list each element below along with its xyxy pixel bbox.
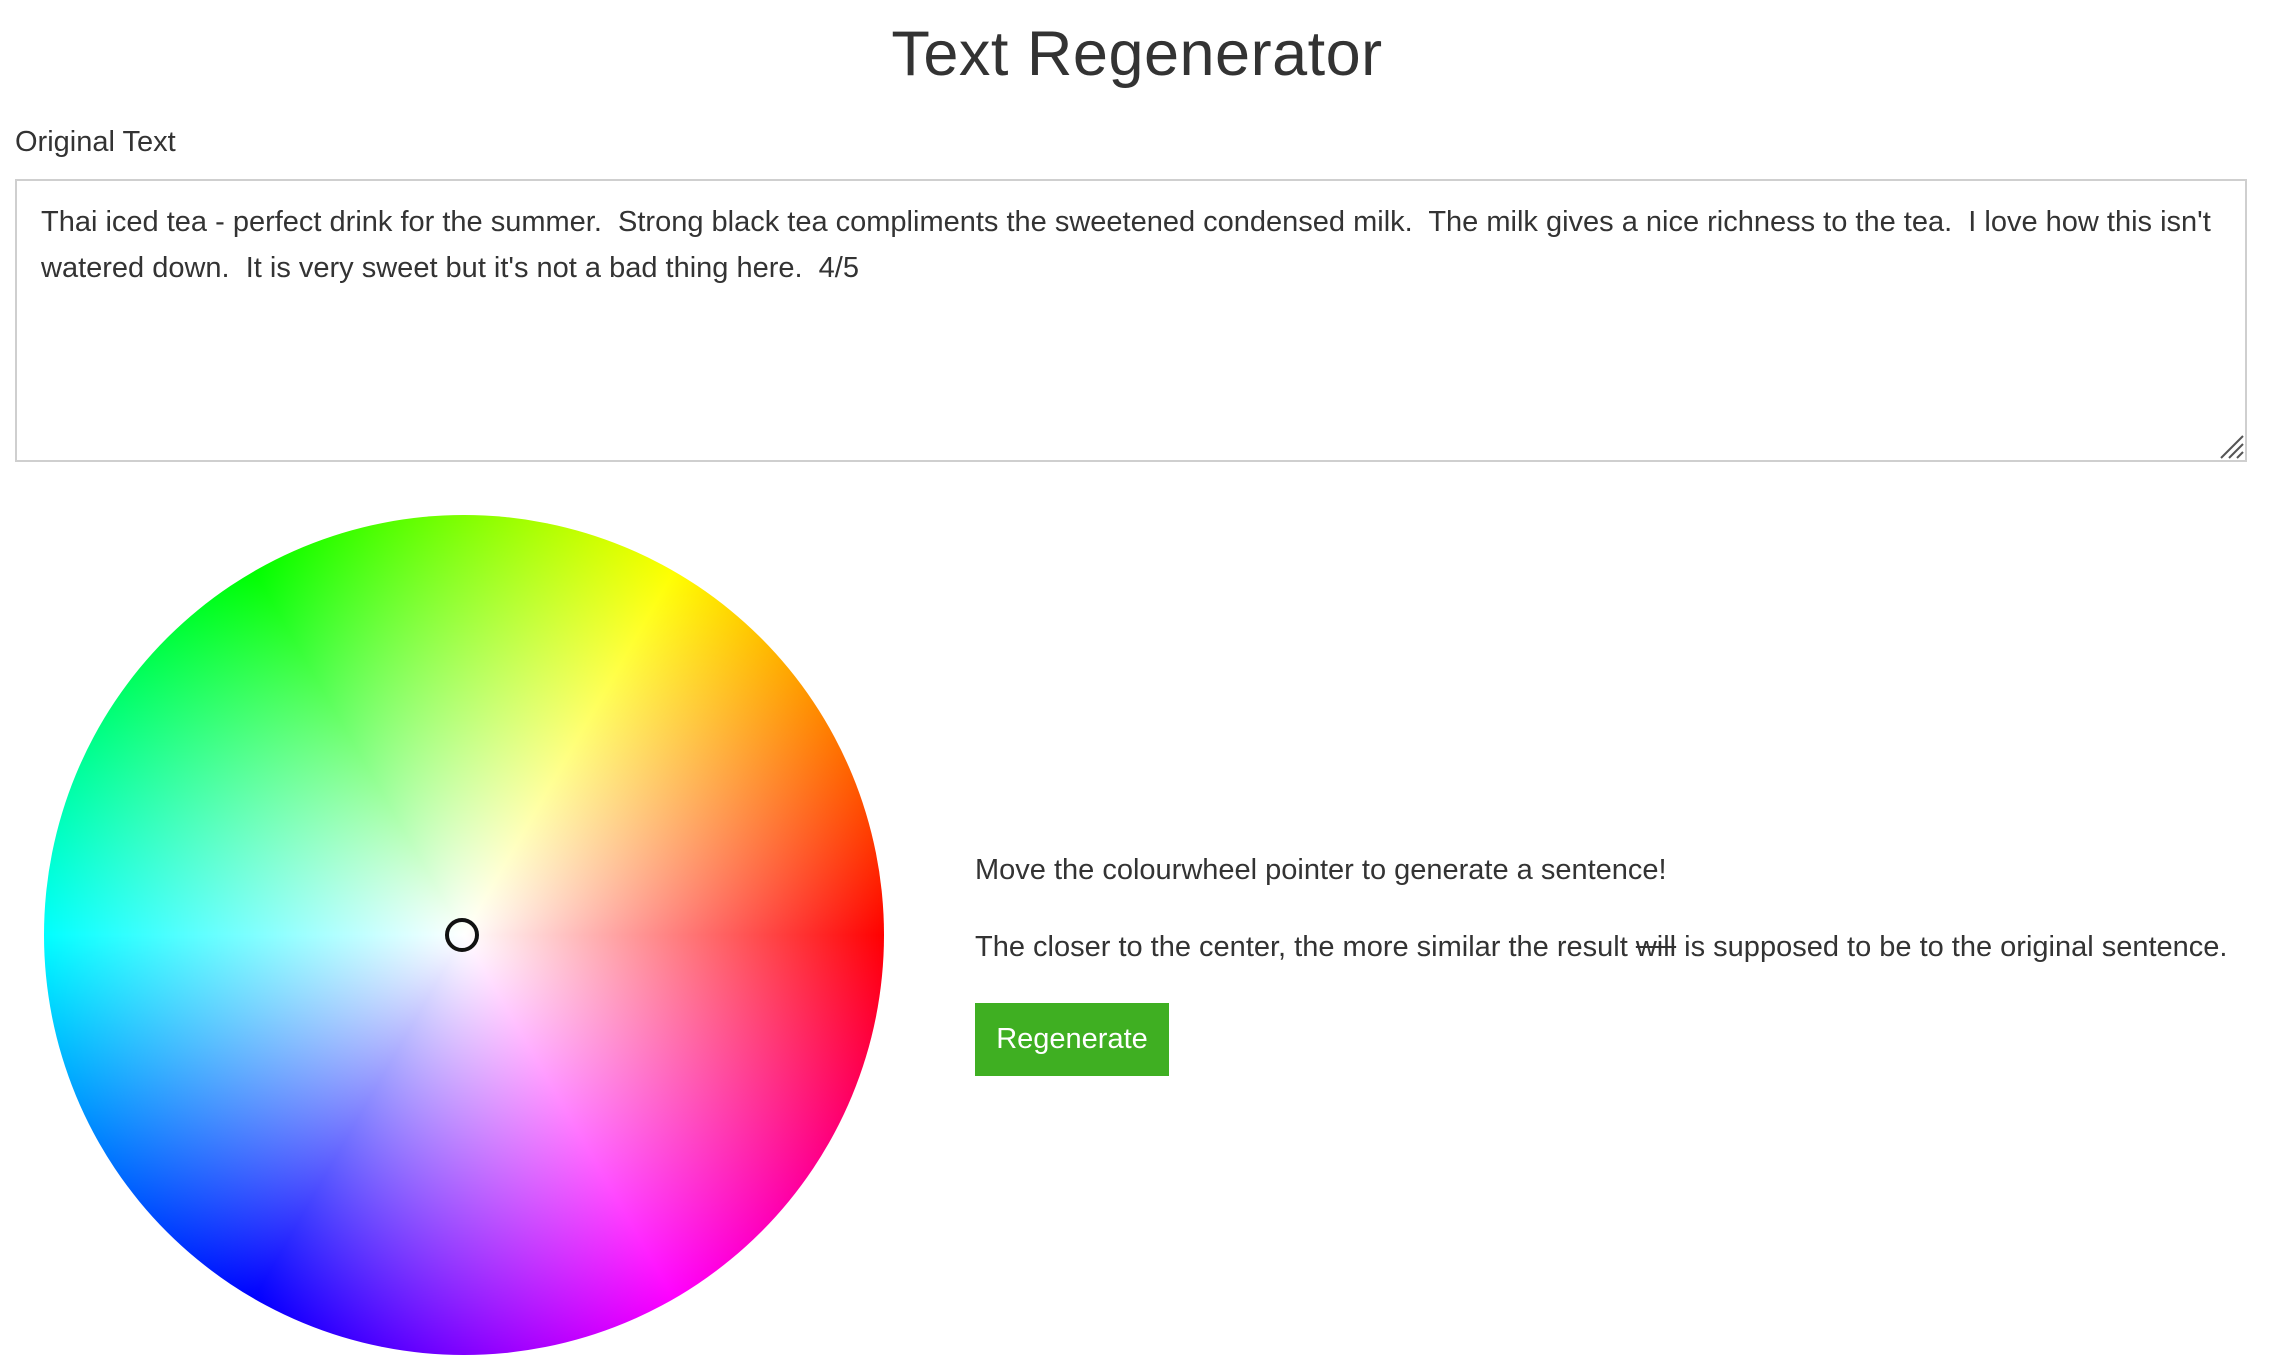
original-text-input[interactable]: Thai iced tea - perfect drink for the su… xyxy=(15,179,2247,462)
instruction-line-1: Move the colourwheel pointer to generate… xyxy=(975,854,1667,886)
instruction-line-2-end: is supposed to be to the original senten… xyxy=(1676,931,2228,963)
instruction-line-2: The closer to the center, the more simil… xyxy=(975,927,2255,967)
instruction-line-2-start: The closer to the center, the more simil… xyxy=(975,931,1636,963)
resize-handle-icon[interactable] xyxy=(2218,433,2244,459)
instructions: Move the colourwheel pointer to generate… xyxy=(975,850,2255,967)
struck-word: will xyxy=(1635,931,1677,963)
colour-wheel-pointer[interactable] xyxy=(445,918,479,952)
page-title: Text Regenerator xyxy=(891,19,1383,89)
original-text-label: Original Text xyxy=(15,126,176,158)
regenerate-button[interactable]: Regenerate xyxy=(975,1003,1169,1076)
